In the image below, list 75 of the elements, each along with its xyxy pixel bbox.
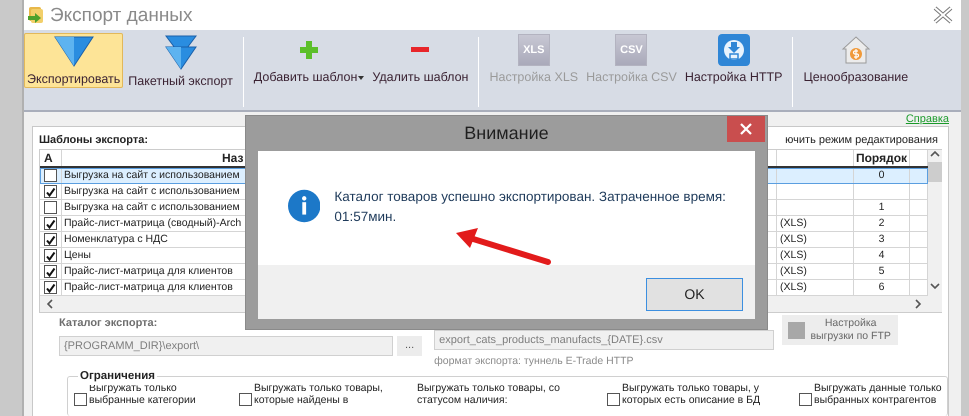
- format-note: формат экспорта: туннель E-Trade HTTP: [434, 354, 635, 369]
- table-cell: 2: [878, 217, 884, 229]
- toolbar-button[interactable]: Удалить шаблон: [369, 33, 472, 88]
- checkbox[interactable]: [74, 392, 87, 406]
- scroll-right-icon: [914, 299, 922, 309]
- checkbox[interactable]: [44, 248, 57, 262]
- option-label: Выгружать данные только выбранных контрагентов: [814, 382, 943, 406]
- table-cell: (XLS): [780, 249, 807, 261]
- dialog-message: Каталог товаров успешно экспортирован. Затраченное время: 01:57мин.: [334, 188, 727, 226]
- download-icon: [718, 34, 750, 66]
- table-cell: 6: [878, 281, 884, 293]
- plus-icon: [299, 40, 320, 60]
- edit-mode-label: ючить режим редактирования: [785, 132, 938, 148]
- info-icon: [288, 189, 320, 223]
- double-triangle-icon: [164, 34, 197, 70]
- table-cell: 5: [878, 265, 884, 277]
- close-icon[interactable]: [933, 6, 953, 24]
- table-cell: (XLS): [780, 265, 807, 277]
- table-cell: Прайс-лист-матрица для клиентов: [64, 281, 233, 293]
- option-label: Выгружать только товары, у которых есть описание в БД: [622, 382, 762, 406]
- column-header: Порядок: [854, 150, 910, 166]
- ok-button[interactable]: OK: [646, 278, 743, 311]
- field-label: Каталог экспорта:: [59, 316, 158, 331]
- scroll-up-icon: [930, 150, 940, 158]
- toolbar-button[interactable]: Добавить шаблон: [250, 33, 368, 88]
- section-title: Шаблоны экспорта:: [39, 132, 148, 148]
- scroll-down-icon: [930, 282, 940, 290]
- app-icon: [26, 5, 46, 25]
- table-cell: Выгрузка на сайт с использованием: [64, 185, 240, 197]
- file-tile-icon: CSV: [615, 34, 648, 66]
- table-cell: Выгрузка на сайт с использованием: [64, 201, 240, 213]
- window-title: Экспорт данных: [50, 6, 192, 24]
- option-label: Выгружать только товары, которые найдены в: [254, 382, 384, 406]
- table-cell: 3: [878, 233, 884, 245]
- path-field[interactable]: {PROGRAMM_DIR}\export\: [59, 336, 393, 356]
- column-header: A: [40, 150, 62, 166]
- checkbox[interactable]: [607, 392, 620, 406]
- checkbox[interactable]: [44, 216, 57, 230]
- checkbox[interactable]: [239, 392, 252, 406]
- checkbox[interactable]: [44, 280, 57, 294]
- triangle-icon: [52, 34, 95, 68]
- close-icon: [740, 123, 752, 135]
- file-tile-icon: XLS: [518, 34, 550, 66]
- browse-button[interactable]: ...: [397, 336, 422, 356]
- toolbar-button[interactable]: Ценообразование: [800, 33, 912, 88]
- table-cell: 4: [878, 249, 884, 261]
- scroll-left-icon: [46, 299, 54, 309]
- toolbar-button[interactable]: Экспортировать: [24, 33, 124, 88]
- minus-icon: [410, 46, 430, 54]
- option-label: Выгружать только товары, со статусом наличия:: [417, 382, 561, 406]
- table-cell: Прайс-лист-матрица для клиентов: [64, 265, 233, 277]
- table-cell: Выгрузка на сайт с использованием: [64, 169, 240, 181]
- column-header: Наз: [222, 151, 244, 165]
- table-cell: (XLS): [780, 281, 807, 293]
- close-button[interactable]: [727, 116, 765, 142]
- checkbox[interactable]: [44, 184, 57, 198]
- table-cell: Номенклатура с НДС: [64, 233, 168, 245]
- checkbox[interactable]: [44, 200, 57, 214]
- table-cell: (XLS): [780, 217, 807, 229]
- house-icon: [840, 35, 871, 66]
- table-cell: Цены: [64, 249, 91, 261]
- toolbar-button[interactable]: Настройка HTTP: [682, 33, 786, 88]
- dialog-title: Внимание: [464, 122, 549, 145]
- toolbar-button[interactable]: Пакетный экспорт: [125, 33, 236, 88]
- checkbox[interactable]: [44, 168, 57, 182]
- ftp-settings-button[interactable]: Настройка выгрузки по FTP: [782, 315, 898, 346]
- scrollbar-thumb[interactable]: [928, 162, 942, 182]
- table-cell: Прайс-лист-матрица (сводный)-Arch: [64, 217, 242, 229]
- checkbox[interactable]: [44, 232, 57, 246]
- checkbox[interactable]: [44, 264, 57, 278]
- filename-field[interactable]: export_cats_products_manufacts_{DATE}.csv: [434, 330, 774, 350]
- table-cell: (XLS): [780, 233, 807, 245]
- checkbox[interactable]: [799, 392, 812, 406]
- table-cell: 1: [878, 201, 884, 213]
- table-cell: 0: [878, 169, 884, 181]
